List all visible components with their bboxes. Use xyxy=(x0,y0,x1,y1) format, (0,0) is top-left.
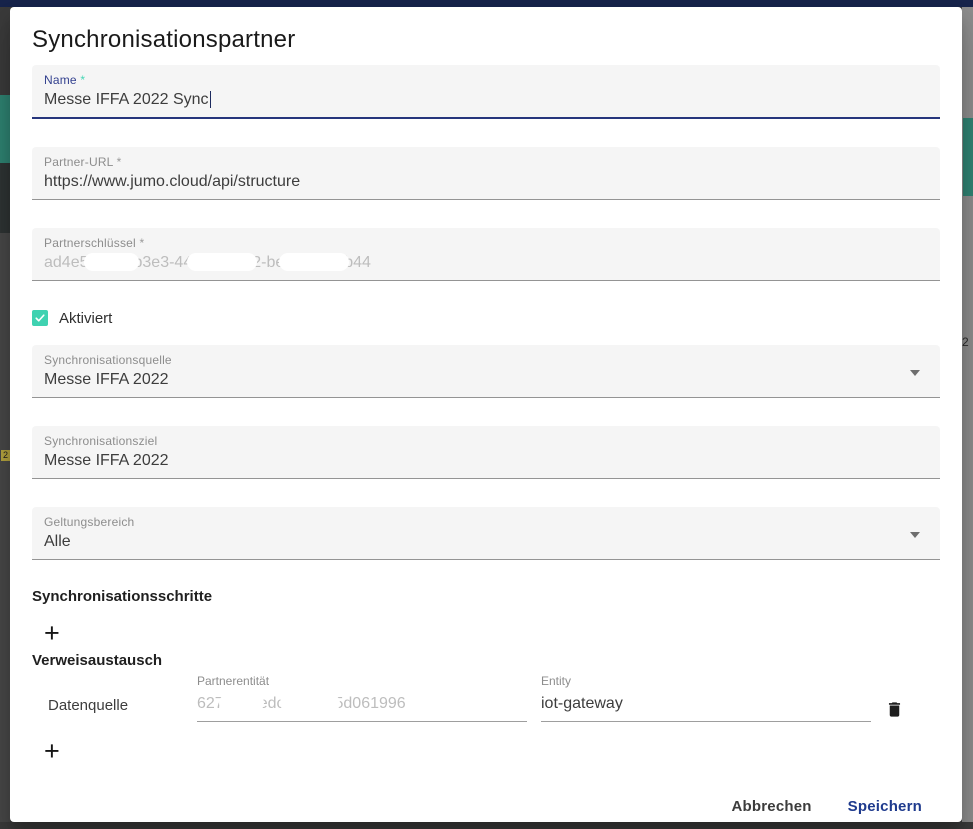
datasource-label: Datenquelle xyxy=(48,697,197,714)
required-asterisk: * xyxy=(117,155,122,169)
redaction-smudge xyxy=(84,253,139,271)
scope-label: Geltungsbereich xyxy=(44,515,928,529)
name-input-value[interactable]: Messe IFFA 2022 Sync xyxy=(44,90,928,110)
background-teal-block-right xyxy=(963,118,973,196)
add-sync-step-button[interactable]: + xyxy=(44,620,60,646)
partner-key-field: Partnerschlüssel * ad4e5b3e3-442-beb44 xyxy=(32,228,940,281)
background-left-strip: 2 xyxy=(0,7,10,822)
background-hint-left: 2 xyxy=(1,450,10,461)
background-right-strip: 2 xyxy=(962,7,973,822)
aktiviert-label: Aktiviert xyxy=(59,310,112,327)
chevron-down-icon[interactable] xyxy=(910,532,920,538)
partner-entity-value: 627edc5d061996 xyxy=(197,694,527,722)
background-topbar xyxy=(0,0,973,7)
add-reference-button[interactable]: + xyxy=(44,738,60,764)
dialog-title: Synchronisationspartner xyxy=(32,25,940,55)
reference-exchange-row: Datenquelle Partnerentität 627edc5d06199… xyxy=(32,674,940,722)
partner-key-value: ad4e5b3e3-442-beb44 xyxy=(44,253,928,273)
reference-exchange-heading: Verweisaustausch xyxy=(32,652,940,670)
partner-key-label: Partnerschlüssel * xyxy=(44,236,928,250)
background-dark-block-left xyxy=(0,163,10,233)
trash-icon xyxy=(885,699,904,720)
sync-target-label: Synchronisationsziel xyxy=(44,434,928,448)
name-label: Name * xyxy=(44,73,928,87)
sync-source-value: Messe IFFA 2022 xyxy=(44,370,928,390)
dialog-actions: Abbrechen Speichern xyxy=(32,790,940,824)
scope-value: Alle xyxy=(44,532,928,552)
sync-partner-dialog: Synchronisationspartner Name * Messe IFF… xyxy=(10,7,962,822)
aktiviert-checkbox-row[interactable]: Aktiviert xyxy=(32,309,940,327)
sync-target-field[interactable]: Synchronisationsziel Messe IFFA 2022 xyxy=(32,426,940,479)
redaction-smudge xyxy=(279,253,349,271)
scope-select[interactable]: Geltungsbereich Alle xyxy=(32,507,940,560)
background-hint-right: 2 xyxy=(962,335,969,349)
partner-entity-label: Partnerentität xyxy=(197,674,527,688)
checkbox-checked-icon[interactable] xyxy=(32,310,48,326)
sync-steps-heading: Synchronisationsschritte xyxy=(32,588,940,606)
redaction-smudge xyxy=(187,253,257,271)
name-field[interactable]: Name * Messe IFFA 2022 Sync xyxy=(32,65,940,119)
partner-url-input-value[interactable]: https://www.jumo.cloud/api/structure xyxy=(44,172,928,192)
entity-input-value[interactable]: iot-gateway xyxy=(541,694,871,722)
sync-source-label: Synchronisationsquelle xyxy=(44,353,928,367)
partner-url-field[interactable]: Partner-URL * https://www.jumo.cloud/api… xyxy=(32,147,940,200)
text-cursor xyxy=(210,91,212,108)
sync-target-value[interactable]: Messe IFFA 2022 xyxy=(44,451,928,471)
delete-row-button[interactable] xyxy=(885,699,904,720)
entity-field[interactable]: Entity iot-gateway xyxy=(541,674,871,722)
redaction-smudge xyxy=(280,694,340,712)
chevron-down-icon[interactable] xyxy=(910,370,920,376)
background-left-upper xyxy=(0,7,10,95)
cancel-button[interactable]: Abbrechen xyxy=(724,790,820,824)
required-asterisk: * xyxy=(139,236,144,250)
background-teal-block-left xyxy=(0,95,10,163)
redaction-smudge xyxy=(219,694,264,712)
entity-label: Entity xyxy=(541,674,871,688)
partner-entity-field: Partnerentität 627edc5d061996 xyxy=(197,674,527,722)
sync-source-select[interactable]: Synchronisationsquelle Messe IFFA 2022 xyxy=(32,345,940,398)
save-button[interactable]: Speichern xyxy=(840,790,930,824)
partner-url-label: Partner-URL * xyxy=(44,155,928,169)
required-asterisk: * xyxy=(80,73,85,87)
